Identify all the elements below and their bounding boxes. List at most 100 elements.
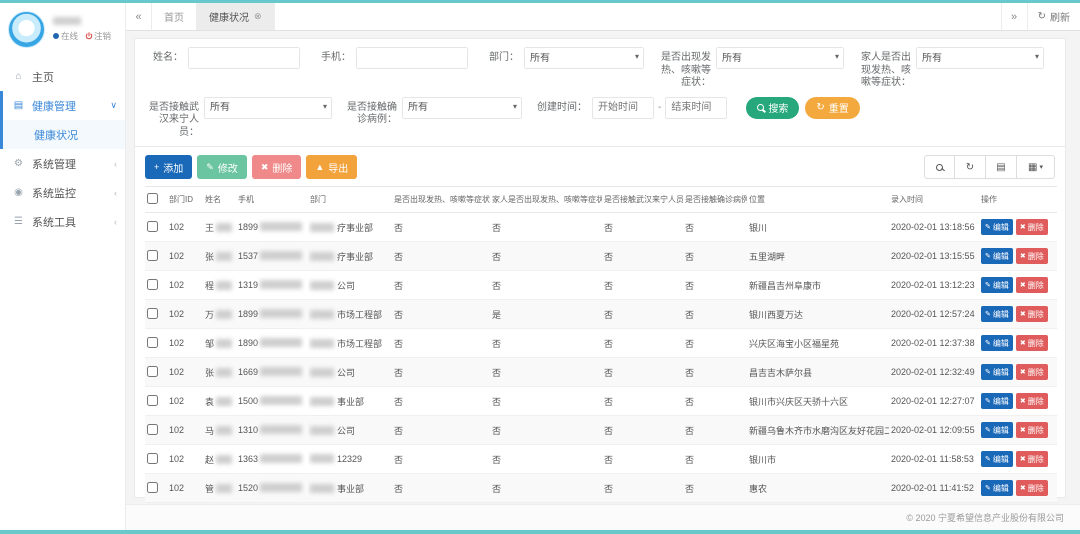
delete-row-button[interactable]: ✖删除 (1016, 480, 1048, 496)
online-dot-icon (53, 33, 59, 39)
cell-dept-id: 102 (167, 300, 203, 329)
end-time-input[interactable] (665, 97, 727, 119)
delete-row-button[interactable]: ✖删除 (1016, 422, 1048, 438)
sidebar-item-system-tools[interactable]: ☰ 系统工具 ‹ (0, 207, 125, 236)
tab-home[interactable]: 首页 (152, 3, 197, 30)
name-filter-input[interactable] (188, 47, 300, 69)
cross-icon: ✖ (1020, 252, 1026, 260)
cell-entry-time: 2020-02-01 12:37:38 (889, 329, 979, 358)
edit-row-button[interactable]: ✎编辑 (981, 306, 1013, 322)
table-row: 102张1537疗事业部否否否否五里湖畔2020-02-01 13:15:55✎… (145, 242, 1057, 271)
edit-row-button[interactable]: ✎编辑 (981, 422, 1013, 438)
redacted-text (310, 368, 334, 377)
row-checkbox[interactable] (147, 308, 158, 319)
table-columns-button[interactable]: ▦▾ (1017, 155, 1055, 179)
logout-link[interactable]: 注销 (85, 30, 111, 42)
table-search-button[interactable] (924, 155, 955, 179)
tab-bar: « 首页 健康状况 ⊗ » ↻ 刷新 (126, 3, 1080, 31)
sidebar-item-system-monitor[interactable]: ◉ 系统监控 ‹ (0, 178, 125, 207)
select-all-checkbox[interactable] (147, 193, 158, 204)
row-checkbox[interactable] (147, 482, 158, 493)
row-checkbox[interactable] (147, 424, 158, 435)
delete-row-button[interactable]: ✖删除 (1016, 393, 1048, 409)
edit-row-button[interactable]: ✎编辑 (981, 277, 1013, 293)
column-header: 部门 (308, 187, 392, 213)
row-checkbox[interactable] (147, 366, 158, 377)
confirmed-contact-filter-select[interactable]: 所有 (402, 97, 522, 119)
sidebar-item-health-status[interactable]: 健康状况 (3, 120, 125, 149)
row-checkbox[interactable] (147, 395, 158, 406)
edit-icon: ✎ (985, 455, 991, 463)
edit-icon: ✎ (985, 397, 991, 405)
edit-row-button[interactable]: ✎编辑 (981, 364, 1013, 380)
edit-row-button[interactable]: ✎编辑 (981, 480, 1013, 496)
edit-icon: ✎ (985, 426, 991, 434)
wuhan-contact-filter-select[interactable]: 所有 (204, 97, 332, 119)
start-time-input[interactable] (592, 97, 654, 119)
cell-actions: ✎编辑✖删除 (979, 300, 1057, 329)
delete-row-button[interactable]: ✖删除 (1016, 451, 1048, 467)
tabs-scroll-left-button[interactable]: « (126, 3, 152, 30)
phone-filter-label: 手机： (313, 47, 351, 65)
row-checkbox[interactable] (147, 337, 158, 348)
row-checkbox[interactable] (147, 453, 158, 464)
health-management-icon: ▤ (12, 100, 25, 111)
table-refresh-button[interactable]: ↻ (955, 155, 986, 179)
edit-row-button[interactable]: ✎编辑 (981, 451, 1013, 467)
modify-button[interactable]: ✎修改 (197, 155, 247, 179)
delete-row-button[interactable]: ✖删除 (1016, 219, 1048, 235)
cell-wuhan-contact: 否 (602, 358, 683, 387)
sidebar-item-home[interactable]: ⌂ 主页 (0, 62, 125, 91)
table-toggle-view-button[interactable]: ▤ (986, 155, 1017, 179)
cell-wuhan-contact: 否 (602, 300, 683, 329)
sidebar-item-system-management[interactable]: ⚙ 系统管理 ‹ (0, 149, 125, 178)
redacted-text (216, 455, 232, 464)
edit-row-button[interactable]: ✎编辑 (981, 393, 1013, 409)
row-checkbox[interactable] (147, 279, 158, 290)
row-checkbox[interactable] (147, 221, 158, 232)
cell-phone: 1890 (236, 329, 308, 358)
delete-row-button[interactable]: ✖删除 (1016, 306, 1048, 322)
cell-phone: 1319 (236, 271, 308, 300)
column-header: 是否接触确诊病例 (683, 187, 747, 213)
reset-button[interactable]: ↻ 重置 (805, 97, 859, 119)
add-button[interactable]: +添加 (145, 155, 192, 179)
row-checkbox[interactable] (147, 250, 158, 261)
cell-entry-time: 2020-02-01 12:27:07 (889, 387, 979, 416)
cell-wuhan-contact: 否 (602, 329, 683, 358)
close-icon[interactable]: ⊗ (254, 11, 262, 22)
delete-row-button[interactable]: ✖删除 (1016, 364, 1048, 380)
sidebar-item-label: 主页 (32, 69, 54, 85)
redacted-text (216, 310, 232, 319)
delete-row-button[interactable]: ✖删除 (1016, 335, 1048, 351)
symptom-filter-select[interactable]: 所有 (716, 47, 844, 69)
double-right-arrow-icon: » (1011, 11, 1017, 23)
cell-entry-time: 2020-02-01 12:09:55 (889, 416, 979, 445)
tab-health-status[interactable]: 健康状况 ⊗ (197, 3, 275, 30)
create-time-filter-label: 创建时间： (535, 97, 587, 115)
edit-row-button[interactable]: ✎编辑 (981, 248, 1013, 264)
cell-symptom: 否 (392, 242, 490, 271)
cell-symptom: 否 (392, 474, 490, 503)
bottom-accent-strip (0, 530, 1080, 534)
cell-phone: 1310 (236, 416, 308, 445)
tabs-scroll-right-button[interactable]: » (1001, 3, 1027, 30)
cell-symptom: 否 (392, 358, 490, 387)
edit-row-button[interactable]: ✎编辑 (981, 335, 1013, 351)
cell-phone: 1899 (236, 300, 308, 329)
search-button[interactable]: 搜索 (746, 97, 799, 119)
delete-row-button[interactable]: ✖删除 (1016, 248, 1048, 264)
cell-confirmed-contact: 否 (683, 271, 747, 300)
delete-row-button[interactable]: ✖删除 (1016, 277, 1048, 293)
sidebar-item-label: 系统监控 (32, 185, 76, 201)
department-filter-select[interactable]: 所有 (524, 47, 644, 69)
edit-row-button[interactable]: ✎编辑 (981, 219, 1013, 235)
export-button[interactable]: ▲导出 (306, 155, 357, 179)
sidebar-item-health-management[interactable]: ▤ 健康管理 ∨ (3, 91, 125, 120)
phone-filter-input[interactable] (356, 47, 468, 69)
family-symptom-filter-select[interactable]: 所有 (916, 47, 1044, 69)
delete-button[interactable]: ✖删除 (252, 155, 302, 179)
double-left-arrow-icon: « (135, 11, 141, 23)
refresh-tab-button[interactable]: ↻ 刷新 (1027, 3, 1080, 30)
redacted-text (216, 252, 232, 261)
